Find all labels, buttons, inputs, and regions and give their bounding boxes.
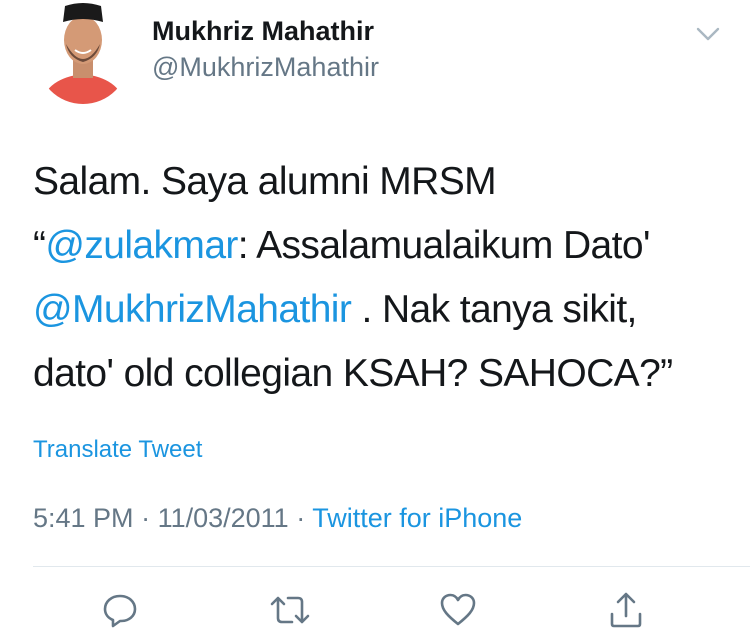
chevron-down-icon[interactable] [694,24,722,44]
avatar[interactable] [37,0,129,104]
tweet-text-segment: : Assalamualaikum Dato' [237,224,651,267]
retweet-icon[interactable] [268,590,310,630]
meta-separator: · [133,503,158,533]
display-name[interactable]: Mukhriz Mahathir [152,16,374,47]
tweet-card: Mukhriz Mahathir @MukhrizMahathir Salam.… [0,0,750,641]
tweet-source-link[interactable]: Twitter for iPhone [312,503,522,533]
heart-icon[interactable] [438,590,478,630]
user-handle[interactable]: @MukhrizMahathir [152,52,379,83]
mention-link[interactable]: @zulakmar [45,224,238,267]
tweet-text-line: Salam. Saya alumni MRSM [33,160,497,203]
open-quote: “ [33,224,46,267]
tweet-text-line: “@zulakmar: Assalamualaikum Dato' [33,214,733,278]
tweet-time[interactable]: 5:41 PM [33,503,134,533]
tweet-date[interactable]: 11/03/2011 [158,503,289,533]
tweet-text-segment: . Nak tanya sikit, [351,288,637,331]
reply-icon[interactable] [100,590,140,630]
tweet-text-line: @MukhrizMahathir . Nak tanya sikit, [33,278,733,342]
mention-link[interactable]: @MukhrizMahathir [33,288,352,331]
tweet-text: Salam. Saya alumni MRSM “@zulakmar: Assa… [33,150,733,406]
divider [33,566,750,567]
tweet-text-line: dato' old collegian KSAH? SAHOCA?” [33,352,673,395]
translate-tweet-link[interactable]: Translate Tweet [33,436,202,464]
tweet-meta: 5:41 PM · 11/03/2011 · Twitter for iPhon… [33,503,522,534]
share-icon[interactable] [606,590,646,630]
meta-separator: · [288,503,313,533]
